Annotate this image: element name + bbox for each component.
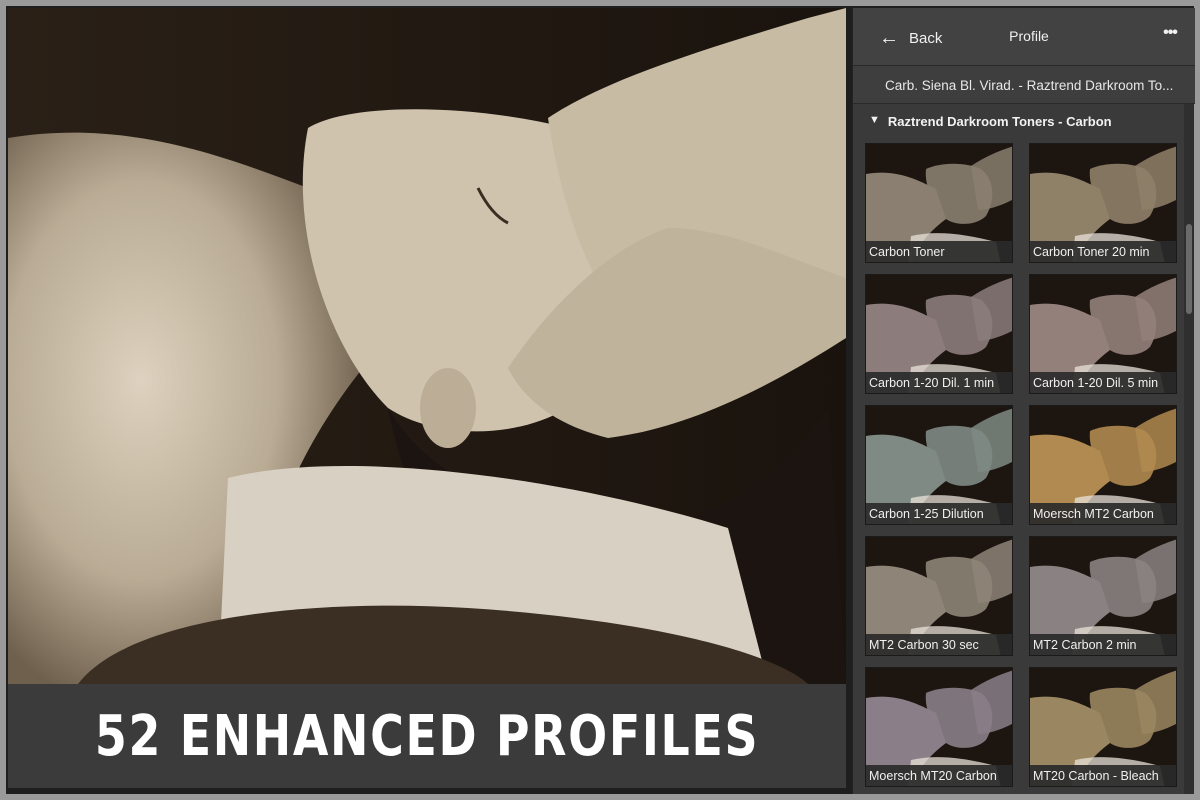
profile-thumbnail[interactable]: Carbon 1-20 Dil. 5 min [1029, 274, 1177, 394]
thumbnail-label: MT2 Carbon 2 min [1030, 634, 1176, 655]
profile-group-name: Raztrend Darkroom Toners - Carbon [887, 114, 1112, 129]
collapse-triangle-icon: ▼ [869, 114, 880, 126]
thumbnail-label: Moersch MT20 Carbon [866, 765, 1012, 786]
profile-thumbnail[interactable]: Carbon 1-25 Dilution [865, 405, 1013, 525]
panel-header: ← Back Profile ••• [853, 8, 1195, 66]
thumbnail-label: Carbon 1-25 Dilution [866, 503, 1012, 524]
preview-photo [8, 8, 846, 684]
profile-thumbnail[interactable]: Carbon Toner [865, 143, 1013, 263]
profile-thumbnail[interactable]: Moersch MT2 Carbon [1029, 405, 1177, 525]
profile-thumbnail[interactable]: MT2 Carbon 2 min [1029, 536, 1177, 656]
thumbnail-label: Carbon Toner [866, 241, 1012, 262]
scrollbar-thumb[interactable] [1186, 224, 1192, 314]
panel-scrollbar[interactable] [1184, 104, 1194, 794]
more-options-icon[interactable]: ••• [1159, 24, 1181, 46]
thumbnail-label: Carbon Toner 20 min [1030, 241, 1176, 262]
caption-text: 52 ENHANCED PROFILES [94, 703, 760, 769]
current-profile-name: Carb. Siena Bl. Virad. - Raztrend Darkro… [853, 66, 1195, 104]
thumbnail-label: Moersch MT2 Carbon [1030, 503, 1176, 524]
thumbnail-label: Carbon 1-20 Dil. 5 min [1030, 372, 1176, 393]
profile-group-header[interactable]: ▼ Raztrend Darkroom Toners - Carbon [853, 108, 1183, 134]
thumbnail-label: MT2 Carbon 30 sec [866, 634, 1012, 655]
thumbnail-label: Carbon 1-20 Dil. 1 min [866, 372, 1012, 393]
caption-bar: 52 ENHANCED PROFILES [8, 684, 846, 788]
panel-title: Profile [1009, 28, 1049, 44]
image-frame: 52 ENHANCED PROFILES ← Back Profile ••• … [0, 0, 1200, 800]
profile-thumbnail[interactable]: Moersch MT20 Carbon [865, 667, 1013, 787]
profile-grid: Carbon Toner Carbon Toner 20 min Carbon 1-… [865, 143, 1185, 794]
profile-thumbnail[interactable]: Carbon Toner 20 min [1029, 143, 1177, 263]
profile-thumbnail[interactable]: MT2 Carbon 30 sec [865, 536, 1013, 656]
photo-illustration [8, 8, 846, 684]
profile-thumbnail[interactable]: MT20 Carbon - Bleach [1029, 667, 1177, 787]
thumbnail-label: MT20 Carbon - Bleach [1030, 765, 1176, 786]
profile-panel: ← Back Profile ••• Carb. Siena Bl. Virad… [852, 8, 1195, 794]
profile-thumbnail[interactable]: Carbon 1-20 Dil. 1 min [865, 274, 1013, 394]
